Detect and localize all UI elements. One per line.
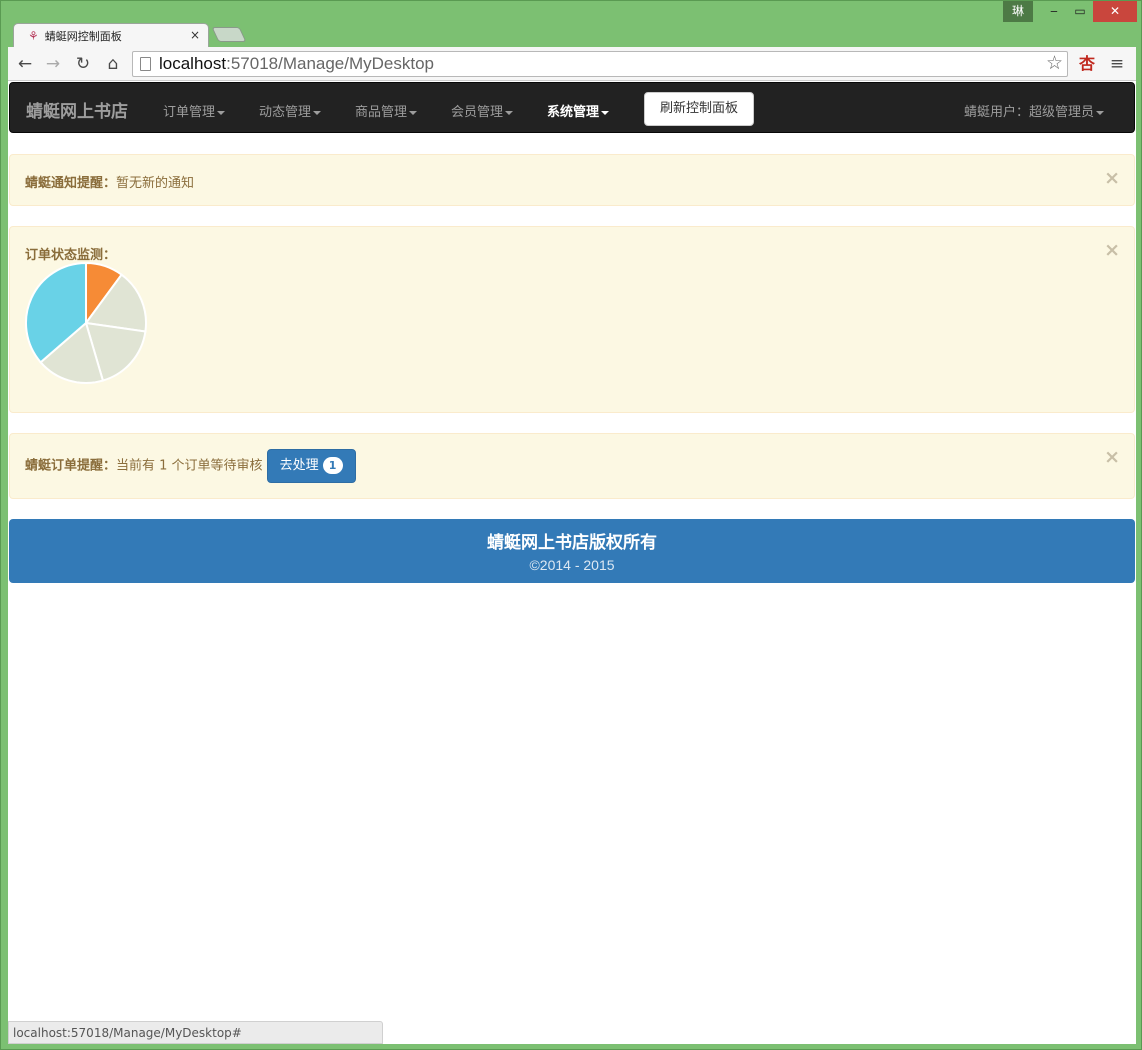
chevron-down-icon [313,110,322,115]
nav-item-orders[interactable]: 订单管理 [163,101,226,120]
chevron-down-icon [1096,110,1104,115]
tab-close-icon[interactable]: × [190,28,200,42]
browser-window: 琳 ‒ ▭ ✕ ⚘ 蜻蜓网控制面板 × ← → ↻ ⌂ localhost:57… [0,0,1142,1050]
process-orders-button[interactable]: 去处理 1 [266,449,356,483]
nav-item-system[interactable]: 系统管理 [547,101,610,120]
address-bar[interactable]: localhost:57018/Manage/MyDesktop ☆ [132,51,1068,77]
forward-icon[interactable]: → [42,54,64,74]
extension-icon[interactable]: 杏 [1076,54,1098,74]
nav-item-members[interactable]: 会员管理 [451,101,514,120]
user-profile-badge[interactable]: 琳 [1003,1,1033,22]
top-navbar: 蜻蜓网上书店 订单管理 动态管理 商品管理 会员管理 系统管理 刷新控制面板 蜻… [9,82,1135,133]
notice-alert: 蜻蜓通知提醒：暂无新的通知 × [9,154,1135,206]
close-icon[interactable]: × [1104,167,1120,189]
close-window-button[interactable]: ✕ [1093,1,1137,22]
home-icon[interactable]: ⌂ [102,54,124,74]
nav-item-products[interactable]: 商品管理 [355,101,418,120]
notice-text: 暂无新的通知 [116,176,195,191]
dragonfly-favicon-icon: ⚘ [28,28,39,43]
maximize-button[interactable]: ▭ [1067,1,1093,22]
notice-title: 蜻蜓通知提醒： [25,176,117,191]
browser-toolbar: ← → ↻ ⌂ localhost:57018/Manage/MyDesktop… [8,47,1136,81]
window-controls: 琳 ‒ ▭ ✕ [1003,1,1137,22]
user-menu[interactable]: 蜻蜓用户：超级管理员 [964,101,1104,120]
browser-tab[interactable]: ⚘ 蜻蜓网控制面板 × [13,23,209,47]
footer-copyright: ©2014 - 2015 [529,557,615,573]
brand-link[interactable]: 蜻蜓网上书店 [26,97,128,122]
minimize-button[interactable]: ‒ [1041,1,1067,22]
chevron-down-icon [505,110,514,115]
order-status-pie-chart [25,261,147,384]
order-reminder-alert: 蜻蜓订单提醒：当前有 1 个订单等待审核 去处理 1 × [9,433,1135,499]
order-reminder-title: 蜻蜓订单提醒： [25,458,117,474]
site-footer: 蜻蜓网上书店版权所有 ©2014 - 2015 [9,519,1135,583]
url-host: localhost [159,54,227,73]
reload-icon[interactable]: ↻ [72,54,94,74]
bookmark-star-icon[interactable]: ☆ [1046,52,1063,76]
order-status-alert: 订单状态监测： × [9,226,1135,413]
pending-count-badge: 1 [322,457,343,474]
url-path: :57018/Manage/MyDesktop [226,54,435,73]
tab-title: 蜻蜓网控制面板 [44,29,122,43]
page-icon [140,57,151,71]
back-icon[interactable]: ← [14,54,36,74]
page-viewport: 蜻蜓网上书店 订单管理 动态管理 商品管理 会员管理 系统管理 刷新控制面板 蜻… [8,81,1136,1044]
chevron-down-icon [217,110,226,115]
status-bar: localhost:57018/Manage/MyDesktop# [8,1021,383,1044]
new-tab-button[interactable] [211,27,247,42]
close-icon[interactable]: × [1104,446,1120,468]
footer-title: 蜻蜓网上书店版权所有 [487,533,657,553]
menu-icon[interactable]: ≡ [1106,54,1128,74]
chevron-down-icon [601,110,610,115]
tab-strip: ⚘ 蜻蜓网控制面板 × [9,21,409,47]
refresh-dashboard-button[interactable]: 刷新控制面板 [644,92,754,126]
close-icon[interactable]: × [1104,239,1120,261]
nav-item-news[interactable]: 动态管理 [259,101,322,120]
chevron-down-icon [409,110,418,115]
order-reminder-text: 当前有 1 个订单等待审核 [116,458,263,474]
